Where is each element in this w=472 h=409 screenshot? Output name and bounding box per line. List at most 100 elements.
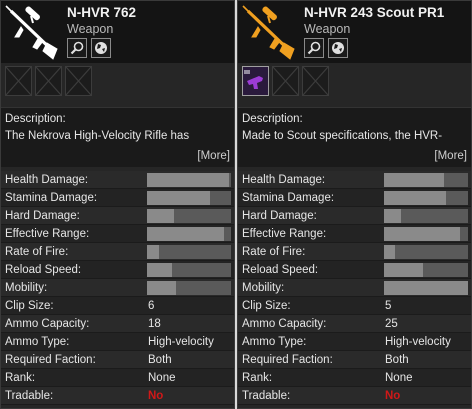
stat-row-reload-speed: Reload Speed: [238,261,471,279]
stat-row-required-faction: Required Faction: Both [238,351,471,369]
x-icon [6,67,31,95]
stat-bar-fill [384,245,395,259]
stat-label: Reload Speed: [5,264,82,276]
x-icon [66,67,91,95]
stat-label: Ammo Capacity: [242,318,327,330]
stat-bar-fill [384,173,445,187]
stat-label: Effective Range: [242,228,327,240]
mod-weapon-icon [243,67,268,95]
market-button[interactable] [328,38,348,58]
weapon-type: Weapon [67,22,114,36]
stat-bar-fill [384,209,401,223]
stat-label: Tradable: [5,390,54,402]
description-label: Description: [242,113,303,125]
stat-row-rank: Rank: None [238,369,471,387]
stat-bar-fill [147,281,176,295]
stat-bar [147,227,231,241]
description-text: Made to Scout specifications, the HVR- [242,130,443,142]
stat-row-rate-of-fire: Rate of Fire: [1,243,234,261]
more-link[interactable]: [More] [434,148,467,164]
weapon-name: N-HVR 762 [67,5,137,20]
stat-value: High-velocity [385,336,451,348]
stat-row-ammo-capacity: Ammo Capacity: 18 [1,315,234,333]
stat-label: Mobility: [5,282,48,294]
stat-label: Hard Damage: [242,210,317,222]
magnifier-icon [307,41,321,55]
stat-row-rate-of-fire: Rate of Fire: [238,243,471,261]
sniper-rifle-icon [242,5,295,60]
stat-row-stamina-damage: Stamina Damage: [238,189,471,207]
stat-label: Rank: [5,372,36,384]
stat-row-effective-range: Effective Range: [238,225,471,243]
stat-bar-fill [147,173,230,187]
stat-bar [147,281,231,295]
stat-row-health-damage: Health Damage: [238,171,471,189]
stat-row-tradable: Tradable: No [238,387,471,405]
mod-slot[interactable] [242,66,269,96]
stat-row-ammo-capacity: Ammo Capacity: 25 [238,315,471,333]
stat-row-hard-damage: Hard Damage: [1,207,234,225]
stat-row-clip-size: Clip Size: 6 [1,297,234,315]
market-button[interactable] [91,38,111,58]
weapon-type: Weapon [304,22,351,36]
stat-label: Rate of Fire: [5,246,69,258]
stat-bar-fill [147,245,159,259]
stat-row-effective-range: Effective Range: [1,225,234,243]
more-link[interactable]: [More] [197,148,230,164]
empty-slot[interactable] [302,66,329,96]
stat-bar [147,173,231,187]
stat-value: 18 [148,318,161,330]
stat-bar [147,245,231,259]
stat-label: Health Damage: [242,174,326,186]
inspect-button[interactable] [67,38,87,58]
inspect-button[interactable] [304,38,324,58]
stat-label: Rank: [242,372,273,384]
description-box: Description: Made to Scout specification… [238,107,471,167]
stat-row-health-damage: Health Damage: [1,171,234,189]
stat-bar [147,191,231,205]
stat-bar-fill [147,263,173,277]
x-icon [303,67,328,95]
stat-label: Tradable: [242,390,291,402]
stat-bar-fill [147,191,210,205]
stat-row-tradable: Tradable: No [1,387,234,405]
empty-slot[interactable] [272,66,299,96]
stat-value: 5 [385,300,392,312]
stat-bar-fill [384,281,468,295]
stat-label: Rate of Fire: [242,246,306,258]
stat-bar [147,263,231,277]
stat-bar [384,245,468,259]
stat-value: High-velocity [148,336,214,348]
empty-slot[interactable] [35,66,62,96]
stat-bar [384,191,468,205]
globe-icon [95,42,107,54]
empty-slot[interactable] [5,66,32,96]
stat-label: Ammo Type: [242,336,307,348]
description-text: The Nekrova High-Velocity Rifle has [5,130,190,142]
stat-row-clip-size: Clip Size: 5 [238,297,471,315]
stat-value: Both [385,354,409,366]
empty-slot[interactable] [65,66,92,96]
description-box: Description: The Nekrova High-Velocity R… [1,107,234,167]
globe-icon [332,42,344,54]
stat-label: Health Damage: [5,174,89,186]
weapon-name: N-HVR 243 Scout PR1 [304,5,445,20]
stat-label: Required Faction: [242,354,333,366]
stat-label: Required Faction: [5,354,96,366]
stat-label: Mobility: [242,282,285,294]
sniper-rifle-icon [5,5,58,60]
stat-value: None [385,372,413,384]
weapon-header: N-HVR 243 Scout PR1 Weapon [238,1,471,63]
stat-row-mobility: Mobility: [1,279,234,297]
stat-label: Hard Damage: [5,210,80,222]
stat-bar [384,209,468,223]
stat-bar [384,281,468,295]
stat-bar [384,173,468,187]
stats-table: Health Damage: Stamina Damage: Hard Dama… [1,171,234,405]
description-label: Description: [5,113,66,125]
weapon-header: N-HVR 762 Weapon [1,1,234,63]
stat-bar-fill [384,191,447,205]
stat-bar-fill [384,263,424,277]
stat-value: None [148,372,176,384]
stat-row-required-faction: Required Faction: Both [1,351,234,369]
